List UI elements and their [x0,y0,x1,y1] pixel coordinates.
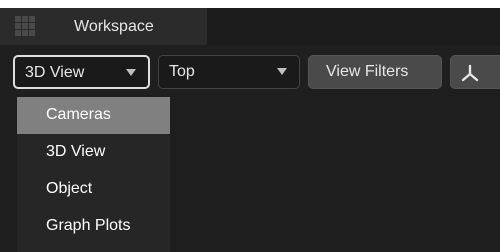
menu-item-cameras[interactable]: Cameras [17,97,170,134]
axis-button[interactable] [450,55,500,89]
menu-item-label: Graph Plots [46,217,131,234]
view-filters-button[interactable]: View Filters [308,55,442,89]
chevron-down-icon [277,68,287,75]
view-type-dropdown[interactable]: 3D View [13,55,150,89]
menu-item-label: Object [46,180,93,197]
tab-label: Workspace [74,18,154,35]
axis-icon [461,64,479,82]
chevron-down-icon [126,69,136,76]
menu-item-3d-view[interactable]: 3D View [17,134,170,171]
menu-item-label: Cameras [46,106,111,123]
menu-item-label: 3D View [46,143,106,160]
menu-item-object[interactable]: Object [17,171,170,208]
view-type-dropdown-value: 3D View [25,64,85,81]
view-filters-label: View Filters [326,63,409,80]
view-type-menu: Cameras 3D View Object Graph Plots [17,97,170,252]
tab-bar: Workspace [0,8,500,46]
tab-workspace[interactable]: Workspace [0,8,207,45]
orientation-dropdown-value: Top [169,63,195,80]
grid-icon [15,16,35,36]
menu-item-graph-plots[interactable]: Graph Plots [17,208,170,245]
orientation-dropdown[interactable]: Top [158,55,300,89]
